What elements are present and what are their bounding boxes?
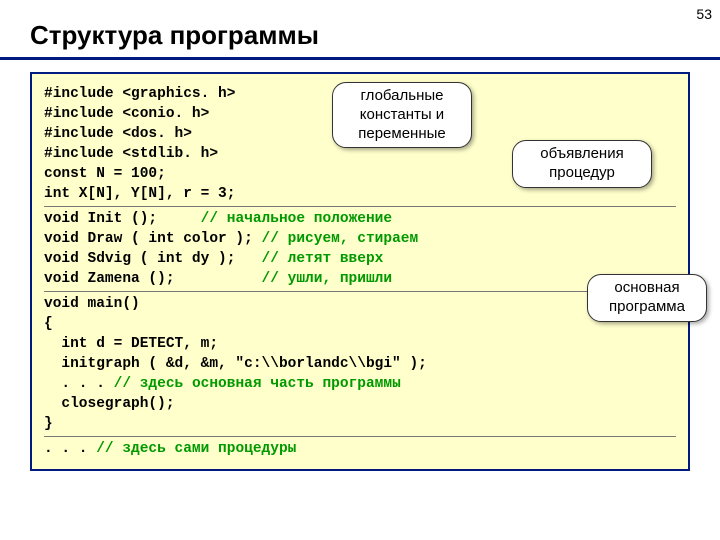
page-title: Структура программы (0, 0, 720, 60)
code-line: . . . // здесь основная часть программы (44, 374, 676, 394)
callout-globals: глобальные константы и переменные (332, 82, 472, 148)
divider (44, 436, 676, 437)
page-number: 53 (696, 6, 712, 22)
code-line: void Zamena (); // ушли, пришли (44, 269, 676, 289)
code-line: void main() (44, 294, 676, 314)
code-line: { (44, 314, 676, 334)
code-line: . . . // здесь сами процедуры (44, 439, 676, 459)
code-line: void Sdvig ( int dy ); // летят вверх (44, 249, 676, 269)
code-line: } (44, 414, 676, 434)
code-line: initgraph ( &d, &m, "c:\\borlandc\\bgi" … (44, 354, 676, 374)
code-line: closegraph(); (44, 394, 676, 414)
code-line: void Draw ( int color ); // рисуем, стир… (44, 229, 676, 249)
callout-main: основная программа (587, 274, 707, 322)
code-line: int d = DETECT, m; (44, 334, 676, 354)
callout-declarations: объявления процедур (512, 140, 652, 188)
divider (44, 206, 676, 207)
code-line: void Init (); // начальное положение (44, 209, 676, 229)
divider (44, 291, 676, 292)
code-block: глобальные константы и переменные объявл… (30, 72, 690, 471)
